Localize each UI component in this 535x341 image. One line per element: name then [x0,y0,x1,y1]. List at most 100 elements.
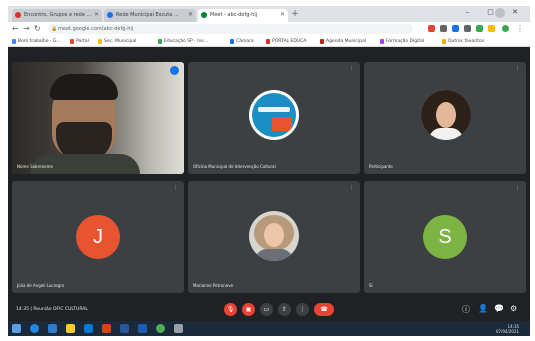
tab-2-active[interactable]: Meet - abc-defg-hij ✕ [198,9,288,22]
more-options-icon[interactable]: ⋮ [349,185,354,191]
extension-icon[interactable] [476,25,483,32]
logo-image [252,93,296,137]
bookmark-item[interactable]: Câmara [230,39,254,44]
edge-icon[interactable] [30,324,39,333]
extension-icon[interactable] [428,25,435,32]
meeting-info: 14:35 | Reunião OFIC CULTURAL [16,307,88,312]
end-call-button[interactable]: ☎ [314,303,334,316]
meeting-title: Reunião OFIC CULTURAL [33,307,88,312]
bookmark-item[interactable]: PORTAL EDUCA [266,39,306,44]
tab-close-icon[interactable]: ✕ [188,11,193,18]
participant-name: Júlia de Angeli Lucregro [17,283,65,288]
windows-taskbar: 14:35 07/04/2021 [8,321,530,336]
app-icon[interactable] [174,324,183,333]
participant-avatar: J [76,215,120,259]
new-tab-button[interactable]: + [290,9,300,19]
tab-close-icon[interactable]: ✕ [280,11,285,18]
screen: Encontro, Grupos e rede ... ✕ Rede Munic… [8,6,530,336]
bookmark-item[interactable]: Outros favoritos [442,39,484,44]
bookmark-icon [266,39,270,44]
window-buttons[interactable]: – ▢ ✕ [466,8,526,16]
avatar-clothes [255,249,293,261]
tab-1[interactable]: Rede Municipal Escuta ... ✕ [104,9,196,22]
more-options-icon[interactable]: ⋮ [515,66,520,72]
url-text: meet.google.com/abc-defg-hij [58,26,134,32]
people-icon[interactable]: 👤 [478,304,488,313]
participant-name: Participante [369,164,393,169]
participant-tile[interactable]: ⋮ J Júlia de Angeli Lucregro [12,181,184,293]
bookmark-icon [70,39,74,44]
file-explorer-icon[interactable] [66,324,75,333]
bookmark-icon [320,39,324,44]
bookmarks-bar: Bom trabalho - G... Portal Sec. Municipa… [8,36,530,47]
tab-strip: Encontro, Grupos e rede ... ✕ Rede Munic… [8,6,530,22]
participant-tile[interactable]: ⋮ Marianne Petroneve [188,181,360,293]
participant-tile-video[interactable]: Nome Sobrenome [12,62,184,174]
menu-icon[interactable]: ⋮ [516,24,524,34]
participant-name: Marianne Petroneve [193,283,234,288]
reload-icon[interactable]: ↻ [34,24,41,34]
bookmark-item[interactable]: Sec. Municipal [98,39,136,44]
ie-icon[interactable] [48,324,57,333]
logo-stripe [258,107,290,112]
clock-date: 07/04/2021 [496,329,520,334]
logo-block [272,117,292,131]
participant-avatar [421,90,471,140]
tab-title: Encontro, Grupos e rede ... [24,12,92,18]
participant-avatar: S [423,215,467,259]
back-icon[interactable]: ← [12,24,19,34]
present-button[interactable]: ⇧ [278,303,291,316]
avatar-clothes [429,128,463,140]
participant-tile[interactable]: ⋮ S Si [364,181,526,293]
camera-off-button[interactable]: ▣ [242,303,255,316]
profile-icon[interactable] [502,25,509,32]
extension-icon[interactable] [464,25,471,32]
extension-icon[interactable] [452,25,459,32]
more-options-icon[interactable]: ⋮ [515,185,520,191]
address-bar[interactable]: 🔒 meet.google.com/abc-defg-hij [48,24,413,34]
bookmark-item[interactable]: Portal [70,39,89,44]
chrome-icon[interactable] [156,324,165,333]
participant-tile[interactable]: ⋮ Oficina Municipal de Intervenção Cultu… [188,62,360,174]
person-hair [50,74,118,100]
extension-icon[interactable] [440,25,447,32]
bookmark-icon [12,39,16,44]
mic-off-button[interactable]: 🎙 [224,303,237,316]
participant-avatar [249,90,299,140]
taskbar-clock[interactable]: 14:35 07/04/2021 [496,324,519,334]
browser-toolbar: ← → ↻ 🔒 meet.google.com/abc-defg-hij ⋮ [8,22,530,36]
participant-name: Si [369,283,373,288]
participant-name: Oficina Municipal de Intervenção Cultura… [193,164,276,169]
tab-0[interactable]: Encontro, Grupos e rede ... ✕ [12,9,102,22]
avatar-face [264,223,284,247]
store-icon[interactable] [84,324,93,333]
participant-name: Nome Sobrenome [17,164,53,169]
outlook-icon[interactable] [138,324,147,333]
tab-favicon-icon [201,12,207,18]
bookmark-icon [158,39,162,44]
tab-favicon-icon [107,12,113,18]
captions-button[interactable]: ▭ [260,303,273,316]
participant-tile[interactable]: ⋮ Participante [364,62,526,174]
avatar-face [436,102,456,128]
more-options-button[interactable]: ⋮ [296,303,309,316]
info-icon[interactable]: ⓘ [462,304,470,315]
extension-icon[interactable] [488,25,495,32]
forward-icon[interactable]: → [23,24,30,34]
office-icon[interactable] [102,324,111,333]
more-options-icon[interactable]: ⋮ [349,66,354,72]
lock-icon: 🔒 [51,26,58,32]
bookmark-item[interactable]: Educação SP - Ins... [158,39,208,44]
activities-icon[interactable]: ⚙ [510,304,517,313]
bookmark-item[interactable]: Agenda Municipal [320,39,366,44]
tab-close-icon[interactable]: ✕ [94,11,99,18]
chat-icon[interactable]: 💬 [494,304,504,313]
more-options-icon[interactable]: ⋮ [173,185,178,191]
meeting-time: 14:35 [16,307,29,312]
start-icon[interactable] [12,324,21,333]
bookmark-item[interactable]: Formação Digital [380,39,424,44]
bookmark-icon [230,39,234,44]
bookmark-icon [98,39,102,44]
bookmark-item[interactable]: Bom trabalho - G... [12,39,61,44]
word-icon[interactable] [120,324,129,333]
